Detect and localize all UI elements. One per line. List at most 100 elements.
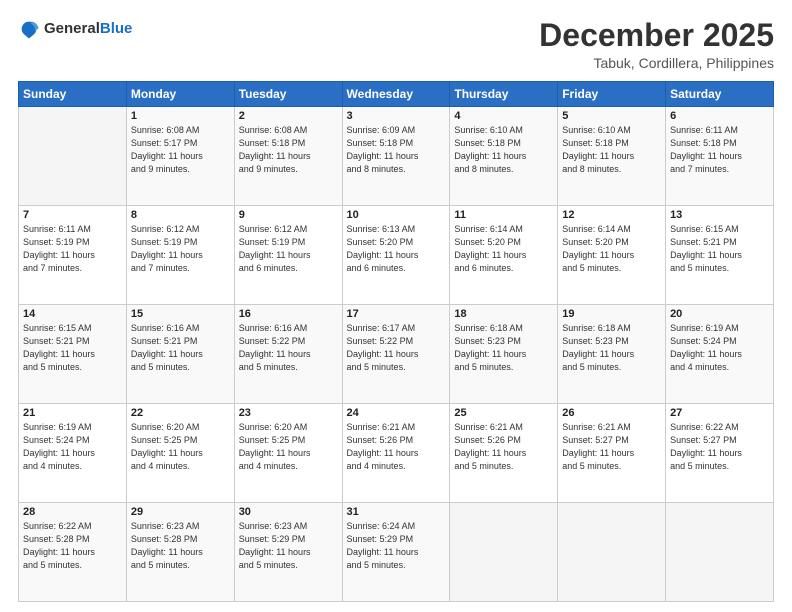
logo-text: GeneralBlue (44, 20, 132, 38)
calendar-cell: 15 Sunrise: 6:16 AM Sunset: 5:21 PM Dayli… (126, 305, 234, 404)
calendar-cell: 30Sunrise: 6:23 AM Sunset: 5:29 PM Dayli… (234, 503, 342, 602)
calendar-week-row: 21Sunrise: 6:19 AM Sunset: 5:24 PM Dayli… (19, 404, 774, 503)
day-info: Sunrise: 6:18 AM Sunset: 5:23 PM Dayligh… (562, 322, 661, 374)
calendar-cell: 7 Sunrise: 6:11 AM Sunset: 5:19 PM Daylig… (19, 206, 127, 305)
location-title: Tabuk, Cordillera, Philippines (539, 55, 774, 71)
calendar-cell: 28 Sunrise: 6:22 AM Sunset: 5:28 PM Dayli… (19, 503, 127, 602)
calendar-cell: 20 Sunrise: 6:19 AM Sunset: 5:24 PM Dayli… (666, 305, 774, 404)
header: GeneralBlue December 2025 Tabuk, Cordill… (18, 18, 774, 71)
day-number: 30 (239, 506, 338, 518)
day-number: 7 (23, 209, 122, 221)
calendar-cell: 17 Sunrise: 6:17 AM Sunset: 5:22 PM Dayli… (342, 305, 450, 404)
calendar-cell: 29 Sunrise: 6:23 AM Sunset: 5:28 PM Dayli… (126, 503, 234, 602)
day-info: Sunrise: 6:22 AM Sunset: 5:28 PM Dayligh… (23, 520, 122, 572)
calendar-week-row: 14Sunrise: 6:15 AM Sunset: 5:21 PM Dayli… (19, 305, 774, 404)
calendar-cell: 25 Sunrise: 6:21 AM Sunset: 5:26 PM Dayli… (450, 404, 558, 503)
day-number: 18 (454, 308, 553, 320)
calendar-header-friday: Friday (558, 82, 666, 107)
calendar-cell: 18 Sunrise: 6:18 AM Sunset: 5:23 PM Dayli… (450, 305, 558, 404)
title-block: December 2025 Tabuk, Cordillera, Philipp… (539, 18, 774, 71)
day-number: 2 (239, 110, 338, 122)
logo: GeneralBlue (18, 18, 132, 40)
day-number: 26 (562, 407, 661, 419)
day-info: Sunrise: 6:16 AM Sunset: 5:22 PM Dayligh… (239, 322, 338, 374)
day-number: 10 (347, 209, 446, 221)
calendar-cell: 12 Sunrise: 6:14 AM Sunset: 5:20 PM Dayli… (558, 206, 666, 305)
month-title: December 2025 (539, 18, 774, 53)
logo-general: General (44, 20, 100, 37)
day-number: 22 (131, 407, 230, 419)
calendar-cell: 1 Sunrise: 6:08 AM Sunset: 5:17 PM Daylig… (126, 107, 234, 206)
day-info: Sunrise: 6:11 AM Sunset: 5:18 PM Dayligh… (670, 124, 769, 176)
day-number: 4 (454, 110, 553, 122)
calendar-cell: 11Sunrise: 6:14 AM Sunset: 5:20 PM Dayli… (450, 206, 558, 305)
calendar-cell: 4 Sunrise: 6:10 AM Sunset: 5:18 PM Daylig… (450, 107, 558, 206)
day-number: 8 (131, 209, 230, 221)
day-info: Sunrise: 6:08 AM Sunset: 5:17 PM Dayligh… (131, 124, 230, 176)
day-info: Sunrise: 6:23 AM Sunset: 5:28 PM Dayligh… (131, 520, 230, 572)
day-number: 13 (670, 209, 769, 221)
logo-icon (18, 18, 40, 40)
day-info: Sunrise: 6:09 AM Sunset: 5:18 PM Dayligh… (347, 124, 446, 176)
calendar-cell: 26Sunrise: 6:21 AM Sunset: 5:27 PM Dayli… (558, 404, 666, 503)
day-info: Sunrise: 6:12 AM Sunset: 5:19 PM Dayligh… (131, 223, 230, 275)
day-number: 12 (562, 209, 661, 221)
day-number: 19 (562, 308, 661, 320)
calendar-cell: 6 Sunrise: 6:11 AM Sunset: 5:18 PM Daylig… (666, 107, 774, 206)
day-number: 16 (239, 308, 338, 320)
calendar-cell: 8 Sunrise: 6:12 AM Sunset: 5:19 PM Daylig… (126, 206, 234, 305)
calendar-cell: 22 Sunrise: 6:20 AM Sunset: 5:25 PM Dayli… (126, 404, 234, 503)
day-number: 27 (670, 407, 769, 419)
calendar-cell: 3 Sunrise: 6:09 AM Sunset: 5:18 PM Daylig… (342, 107, 450, 206)
calendar-cell: 23 Sunrise: 6:20 AM Sunset: 5:25 PM Dayli… (234, 404, 342, 503)
day-number: 17 (347, 308, 446, 320)
day-number: 31 (347, 506, 446, 518)
calendar-header-sunday: Sunday (19, 82, 127, 107)
day-info: Sunrise: 6:17 AM Sunset: 5:22 PM Dayligh… (347, 322, 446, 374)
day-info: Sunrise: 6:16 AM Sunset: 5:21 PM Dayligh… (131, 322, 230, 374)
day-info: Sunrise: 6:18 AM Sunset: 5:23 PM Dayligh… (454, 322, 553, 374)
calendar-week-row: 28 Sunrise: 6:22 AM Sunset: 5:28 PM Dayli… (19, 503, 774, 602)
day-number: 24 (347, 407, 446, 419)
calendar-cell: 21Sunrise: 6:19 AM Sunset: 5:24 PM Dayli… (19, 404, 127, 503)
day-number: 20 (670, 308, 769, 320)
calendar-cell: 14Sunrise: 6:15 AM Sunset: 5:21 PM Dayli… (19, 305, 127, 404)
calendar-table: SundayMondayTuesdayWednesdayThursdayFrid… (18, 81, 774, 602)
calendar-header-monday: Monday (126, 82, 234, 107)
day-info: Sunrise: 6:11 AM Sunset: 5:19 PM Dayligh… (23, 223, 122, 275)
day-number: 5 (562, 110, 661, 122)
day-number: 25 (454, 407, 553, 419)
day-info: Sunrise: 6:14 AM Sunset: 5:20 PM Dayligh… (562, 223, 661, 275)
day-info: Sunrise: 6:19 AM Sunset: 5:24 PM Dayligh… (670, 322, 769, 374)
calendar-cell: 2 Sunrise: 6:08 AM Sunset: 5:18 PM Daylig… (234, 107, 342, 206)
calendar-cell: 13 Sunrise: 6:15 AM Sunset: 5:21 PM Dayli… (666, 206, 774, 305)
calendar-header-tuesday: Tuesday (234, 82, 342, 107)
day-number: 1 (131, 110, 230, 122)
day-info: Sunrise: 6:22 AM Sunset: 5:27 PM Dayligh… (670, 421, 769, 473)
calendar-header-row: SundayMondayTuesdayWednesdayThursdayFrid… (19, 82, 774, 107)
calendar-cell: 16 Sunrise: 6:16 AM Sunset: 5:22 PM Dayli… (234, 305, 342, 404)
day-info: Sunrise: 6:08 AM Sunset: 5:18 PM Dayligh… (239, 124, 338, 176)
calendar-cell: 10Sunrise: 6:13 AM Sunset: 5:20 PM Dayli… (342, 206, 450, 305)
day-info: Sunrise: 6:12 AM Sunset: 5:19 PM Dayligh… (239, 223, 338, 275)
day-number: 23 (239, 407, 338, 419)
calendar-cell (558, 503, 666, 602)
day-number: 3 (347, 110, 446, 122)
day-info: Sunrise: 6:20 AM Sunset: 5:25 PM Dayligh… (131, 421, 230, 473)
day-info: Sunrise: 6:21 AM Sunset: 5:26 PM Dayligh… (454, 421, 553, 473)
day-number: 15 (131, 308, 230, 320)
calendar-cell (19, 107, 127, 206)
day-number: 6 (670, 110, 769, 122)
day-info: Sunrise: 6:10 AM Sunset: 5:18 PM Dayligh… (454, 124, 553, 176)
day-info: Sunrise: 6:20 AM Sunset: 5:25 PM Dayligh… (239, 421, 338, 473)
day-info: Sunrise: 6:24 AM Sunset: 5:29 PM Dayligh… (347, 520, 446, 572)
calendar-cell (450, 503, 558, 602)
day-info: Sunrise: 6:21 AM Sunset: 5:26 PM Dayligh… (347, 421, 446, 473)
calendar-header-saturday: Saturday (666, 82, 774, 107)
day-number: 29 (131, 506, 230, 518)
day-number: 28 (23, 506, 122, 518)
day-info: Sunrise: 6:15 AM Sunset: 5:21 PM Dayligh… (23, 322, 122, 374)
calendar-cell: 24 Sunrise: 6:21 AM Sunset: 5:26 PM Dayli… (342, 404, 450, 503)
calendar-week-row: 1 Sunrise: 6:08 AM Sunset: 5:17 PM Daylig… (19, 107, 774, 206)
day-info: Sunrise: 6:15 AM Sunset: 5:21 PM Dayligh… (670, 223, 769, 275)
